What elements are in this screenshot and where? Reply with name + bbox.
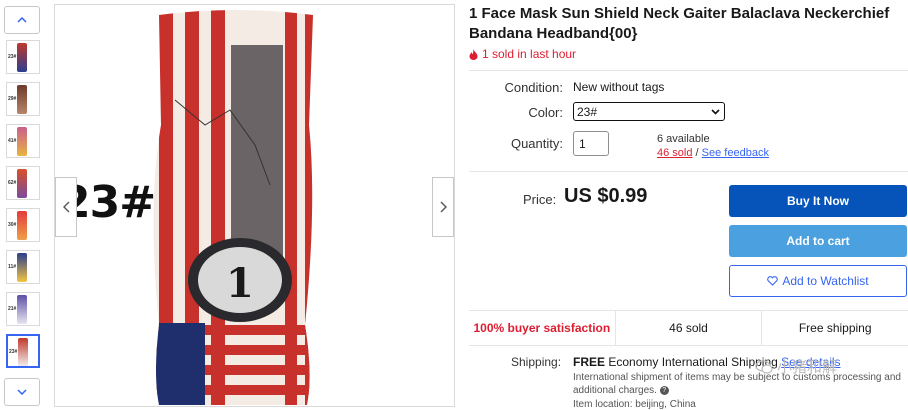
buy-it-now-button[interactable]: Buy It Now [729, 185, 907, 217]
thumbnail-label: 23# [8, 54, 17, 60]
main-product-image[interactable]: 1 23# [54, 4, 455, 407]
previous-image-button[interactable] [55, 177, 77, 237]
thumbnail-label: 11# [8, 264, 17, 270]
price-label: Price: [523, 192, 557, 207]
item-location: Item location: beijing, China [573, 399, 696, 410]
available-count: 6 available [657, 133, 710, 145]
thumbnail-2[interactable]: 29# [6, 82, 40, 116]
chevron-left-icon [62, 201, 69, 213]
buyer-satisfaction: 100% buyer satisfaction [469, 311, 616, 345]
thumbnail-label: 29# [8, 96, 17, 102]
sold-count: 46 sold [616, 311, 763, 345]
price-value: US $0.99 [564, 185, 648, 207]
thumbnails-up-button[interactable] [4, 6, 40, 34]
thumbnail-image [17, 169, 27, 198]
thumbnail-label: 30# [8, 222, 17, 228]
thumbnail-label: 23# [9, 349, 18, 355]
thumbnail-label: 62# [8, 180, 17, 186]
quantity-label: Quantity: [510, 136, 563, 151]
link-separator: / [695, 147, 699, 159]
svg-text:1: 1 [226, 260, 254, 307]
condition-value: New without tags [573, 80, 665, 94]
sold-feedback-links: 46 sold / See feedback [657, 147, 769, 159]
thumbnail-6[interactable]: 11# [6, 250, 40, 284]
thumbnail-4[interactable]: 62# [6, 166, 40, 200]
watermark-text: 小猪和解 [777, 359, 838, 376]
shipping-free: FREE [573, 355, 606, 369]
condition-label: Condition: [504, 80, 563, 95]
sold-hint-text: 1 sold in last hour [482, 47, 577, 61]
watermark: 小猪和解 [755, 356, 837, 377]
thumbnail-rail: 23# 29# 41# 62# 30# 11# 21# 23# [4, 4, 42, 408]
next-image-button[interactable] [432, 177, 454, 237]
chevron-right-icon [440, 201, 447, 213]
shipping-method: Economy International Shipping [608, 355, 778, 369]
color-select[interactable]: 23# [573, 102, 725, 121]
color-label: Color: [528, 105, 563, 120]
chevron-up-icon [17, 17, 27, 23]
thumbnail-7[interactable]: 21# [6, 292, 40, 326]
thumbnail-5[interactable]: 30# [6, 208, 40, 242]
shipping-note: International shipment of items may be s… [573, 371, 908, 397]
thumbnail-label: 41# [8, 138, 17, 144]
shipping-note-text: International shipment of items may be s… [573, 372, 901, 396]
heart-icon [767, 276, 779, 286]
thumbnail-8[interactable]: 23# [6, 334, 40, 368]
add-to-cart-button[interactable]: Add to cart [729, 225, 907, 257]
sold-count-link[interactable]: 46 sold [657, 147, 692, 159]
thumbnail-image [17, 127, 27, 156]
watchlist-label: Add to Watchlist [782, 274, 869, 288]
help-icon[interactable]: ? [659, 385, 669, 395]
thumbnail-1[interactable]: 23# [6, 40, 40, 74]
thumbnail-image [17, 295, 27, 324]
add-to-watchlist-button[interactable]: Add to Watchlist [729, 265, 907, 297]
thumbnail-image [17, 43, 27, 72]
thumbnail-3[interactable]: 41# [6, 124, 40, 158]
thumbnail-label: 21# [8, 306, 17, 312]
thumbnail-image [18, 338, 28, 366]
fire-icon [469, 48, 478, 60]
quantity-input[interactable]: 1 [573, 131, 609, 156]
sold-hint: 1 sold in last hour [469, 47, 576, 61]
thumbnail-image [17, 211, 27, 240]
divider [469, 171, 908, 172]
divider [469, 70, 908, 71]
chat-bubble-icon [755, 359, 773, 374]
item-title: 1 Face Mask Sun Shield Neck Gaiter Balac… [469, 5, 890, 42]
thumbnails-down-button[interactable] [4, 378, 40, 406]
see-feedback-link[interactable]: See feedback [702, 147, 769, 159]
chevron-down-icon [711, 108, 720, 115]
chevron-down-icon [17, 389, 27, 395]
stats-bar: 100% buyer satisfaction 46 sold Free shi… [469, 310, 908, 346]
thumbnail-image [17, 253, 27, 282]
color-select-value: 23# [577, 104, 598, 119]
shipping-label: Shipping: [511, 355, 562, 369]
free-shipping: Free shipping [798, 321, 872, 335]
thumbnail-image [17, 85, 27, 114]
